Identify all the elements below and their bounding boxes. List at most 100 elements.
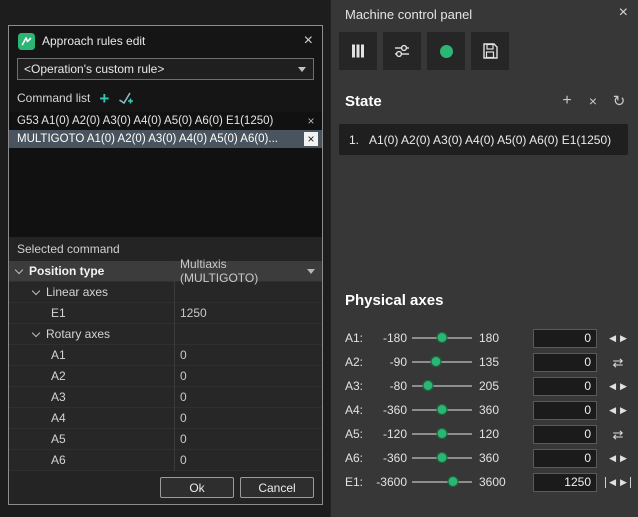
record-state-button[interactable] <box>427 32 465 70</box>
insert-command-icon[interactable] <box>118 91 134 105</box>
continuous-rotation-icon[interactable]: ⇄ <box>611 355 626 370</box>
state-list-item[interactable]: 1. A1(0) A2(0) A3(0) A4(0) A5(0) A6(0) E… <box>339 124 628 155</box>
property-row-a1[interactable]: A1 0 <box>9 345 322 366</box>
approach-rules-edit-dialog: Approach rules edit × <Operation's custo… <box>8 25 323 505</box>
axis-value-input[interactable] <box>533 377 597 396</box>
columns-view-button[interactable] <box>339 32 377 70</box>
axis-value-input[interactable] <box>533 329 597 348</box>
step-left-icon[interactable]: ◀ <box>607 405 618 416</box>
axis-max: 135 <box>479 355 519 369</box>
axis-controls: ⇄ <box>600 355 636 370</box>
axis-row-e1: E1: -3600 3600 ◀ ▶ <box>331 470 638 494</box>
axis-controls: ◀ ▶ <box>600 333 636 344</box>
axis-slider[interactable] <box>411 446 473 470</box>
axis-value-input[interactable] <box>533 449 597 468</box>
slider-thumb[interactable] <box>430 356 441 367</box>
axis-value-input[interactable] <box>533 425 597 444</box>
property-row-a4[interactable]: A4 0 <box>9 408 322 429</box>
remove-command-icon[interactable]: × <box>304 132 318 146</box>
cancel-button[interactable]: Cancel <box>240 477 314 498</box>
step-left-icon[interactable]: ◀ <box>607 381 618 392</box>
close-icon[interactable]: × <box>304 32 313 50</box>
dialog-title: Approach rules edit <box>42 34 297 48</box>
dialog-lower-section: Selected command Position type Multiaxis… <box>9 237 322 504</box>
axis-min: -3600 <box>371 475 407 489</box>
property-row-a6[interactable]: A6 0 <box>9 450 322 471</box>
state-section-header: State + × ↻ <box>345 90 632 112</box>
state-item-text: A1(0) A2(0) A3(0) A4(0) A5(0) A6(0) E1(1… <box>369 133 611 147</box>
slider-track <box>412 385 472 387</box>
axis-value-input[interactable] <box>533 401 597 420</box>
step-right-icon[interactable]: ▶ <box>618 405 629 416</box>
axis-slider[interactable] <box>411 350 473 374</box>
add-state-icon[interactable]: + <box>554 90 580 112</box>
axis-slider[interactable] <box>411 374 473 398</box>
slider-thumb[interactable] <box>437 452 448 463</box>
chevron-down-icon <box>15 266 23 274</box>
axis-label: A5: <box>345 427 371 441</box>
step-left-icon[interactable]: ◀ <box>607 333 618 344</box>
step-right-icon[interactable]: ▶ <box>618 333 629 344</box>
group-row-linear-axes[interactable]: Linear axes <box>9 282 322 303</box>
property-value: 0 <box>174 348 322 362</box>
ok-button[interactable]: Ok <box>160 477 234 498</box>
axis-min: -80 <box>371 379 407 393</box>
rule-dropdown-value: <Operation's custom rule> <box>24 62 164 76</box>
axis-max: 180 <box>479 331 519 345</box>
property-row-position-type[interactable]: Position type Multiaxis (MULTIGOTO) <box>9 261 322 282</box>
delete-state-icon[interactable]: × <box>580 90 606 112</box>
property-value: 0 <box>174 411 322 425</box>
step-right-icon[interactable]: ▶ <box>618 381 629 392</box>
group-row-rotary-axes[interactable]: Rotary axes <box>9 324 322 345</box>
property-name: A5 <box>51 432 66 446</box>
slider-thumb[interactable] <box>437 404 448 415</box>
green-dot-icon <box>440 45 453 58</box>
remove-command-icon[interactable]: × <box>304 114 318 128</box>
axis-slider[interactable] <box>411 470 473 494</box>
physical-axes-heading: Physical axes <box>345 292 443 309</box>
axis-slider[interactable] <box>411 398 473 422</box>
step-right-icon[interactable]: ▶ <box>618 453 629 464</box>
axis-label: A3: <box>345 379 371 393</box>
slider-thumb[interactable] <box>447 476 458 487</box>
add-command-icon[interactable]: + <box>99 90 109 107</box>
state-item-index: 1. <box>349 133 369 147</box>
command-list: G53 A1(0) A2(0) A3(0) A4(0) A5(0) A6(0) … <box>9 112 322 237</box>
slider-thumb[interactable] <box>437 332 448 343</box>
save-button[interactable] <box>471 32 509 70</box>
property-row-a3[interactable]: A3 0 <box>9 387 322 408</box>
axis-label: A4: <box>345 403 371 417</box>
axis-value-input[interactable] <box>533 473 597 492</box>
axis-slider[interactable] <box>411 422 473 446</box>
property-row-e1[interactable]: E1 1250 <box>9 303 322 324</box>
axis-slider[interactable] <box>411 326 473 350</box>
property-value: 0 <box>174 369 322 383</box>
slider-thumb[interactable] <box>423 380 434 391</box>
continuous-rotation-icon[interactable]: ⇄ <box>611 427 626 442</box>
rule-dropdown[interactable]: <Operation's custom rule> <box>17 58 314 80</box>
save-icon <box>480 41 500 61</box>
command-row-selected[interactable]: MULTIGOTO A1(0) A2(0) A3(0) A4(0) A5(0) … <box>9 130 322 148</box>
group-name: Rotary axes <box>46 327 110 341</box>
settings-sliders-button[interactable] <box>383 32 421 70</box>
go-to-min-limit-icon[interactable]: ◀ <box>605 477 618 488</box>
panel-toolbar <box>339 32 509 70</box>
property-row-a2[interactable]: A2 0 <box>9 366 322 387</box>
property-value: 0 <box>174 453 322 467</box>
axis-row-a5: A5: -120 120 ⇄ <box>331 422 638 446</box>
property-value-dropdown[interactable]: Multiaxis (MULTIGOTO) <box>174 257 322 285</box>
axis-label: A6: <box>345 451 371 465</box>
reset-state-icon[interactable]: ↻ <box>606 90 632 112</box>
slider-thumb[interactable] <box>437 428 448 439</box>
go-to-max-limit-icon[interactable]: ▶ <box>618 477 631 488</box>
command-row[interactable]: G53 A1(0) A2(0) A3(0) A4(0) A5(0) A6(0) … <box>9 112 322 130</box>
state-heading: State <box>345 93 554 110</box>
property-name: A3 <box>51 390 66 404</box>
step-left-icon[interactable]: ◀ <box>607 453 618 464</box>
axis-value-input[interactable] <box>533 353 597 372</box>
close-icon[interactable]: × <box>619 4 628 22</box>
property-row-a5[interactable]: A5 0 <box>9 429 322 450</box>
axis-controls: ◀ ▶ <box>600 477 636 488</box>
axis-label: A1: <box>345 331 371 345</box>
chevron-down-icon <box>32 329 40 337</box>
